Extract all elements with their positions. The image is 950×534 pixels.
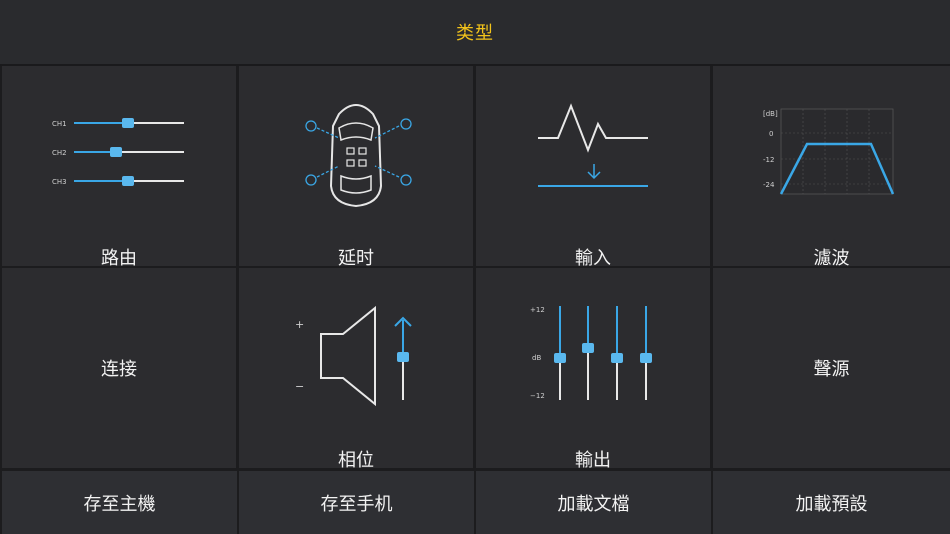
- filter-tick-12: -12: [763, 156, 774, 164]
- save-to-host-button[interactable]: 存至主機: [2, 471, 237, 534]
- input-waveform-icon: [538, 103, 648, 187]
- tile-label-output: 輸出: [575, 450, 611, 471]
- phase-plus-label: +: [295, 318, 304, 331]
- save-to-phone-button[interactable]: 存至手机: [239, 471, 474, 534]
- filter-tick-0: 0: [769, 130, 773, 138]
- channel-label-ch1: CH1: [52, 120, 67, 128]
- tile-label-routing: 路由: [101, 248, 137, 269]
- tile-label-phase: 相位: [338, 450, 374, 471]
- tile-phase[interactable]: + − 相位: [239, 268, 473, 471]
- tile-connect[interactable]: 连接: [2, 268, 236, 468]
- tile-label-connect: 连接: [101, 359, 137, 380]
- output-sliders-icon: +12 dB −12: [530, 306, 652, 400]
- tile-label-delay: 延时: [338, 248, 374, 269]
- channel-label-ch3: CH3: [52, 178, 67, 186]
- car-icon: [305, 104, 412, 208]
- phase-minus-label: −: [295, 380, 304, 393]
- header-bar: 类型: [0, 0, 950, 66]
- routing-icon: CH1 CH2 CH3: [52, 118, 184, 186]
- tile-label-source: 聲源: [813, 359, 850, 380]
- tile-input[interactable]: 輸入: [476, 66, 710, 269]
- filter-curve-icon: [dB] 0 -12 -24: [763, 108, 895, 195]
- tile-filter[interactable]: [dB] 0 -12 -24 濾波: [713, 66, 950, 269]
- tile-routing[interactable]: CH1 CH2 CH3 路由: [2, 66, 236, 269]
- speaker-phase-icon: + −: [295, 305, 412, 407]
- channel-label-ch2: CH2: [52, 149, 67, 157]
- output-axis-top: +12: [530, 306, 545, 314]
- page-title: 类型: [456, 23, 494, 44]
- filter-tick-24: -24: [763, 181, 775, 189]
- tile-output[interactable]: +12 dB −12 輸出: [476, 268, 710, 471]
- output-axis-bottom: −12: [530, 392, 545, 400]
- load-file-button[interactable]: 加載文檔: [476, 471, 711, 534]
- tile-delay[interactable]: 延时: [239, 66, 473, 269]
- load-preset-button[interactable]: 加載預設: [713, 471, 950, 534]
- filter-axis-unit: [dB]: [763, 110, 778, 118]
- tile-label-filter: 濾波: [813, 248, 850, 269]
- tile-source[interactable]: 聲源: [713, 268, 950, 468]
- output-axis-unit: dB: [532, 354, 541, 362]
- tile-label-input: 輸入: [575, 248, 611, 269]
